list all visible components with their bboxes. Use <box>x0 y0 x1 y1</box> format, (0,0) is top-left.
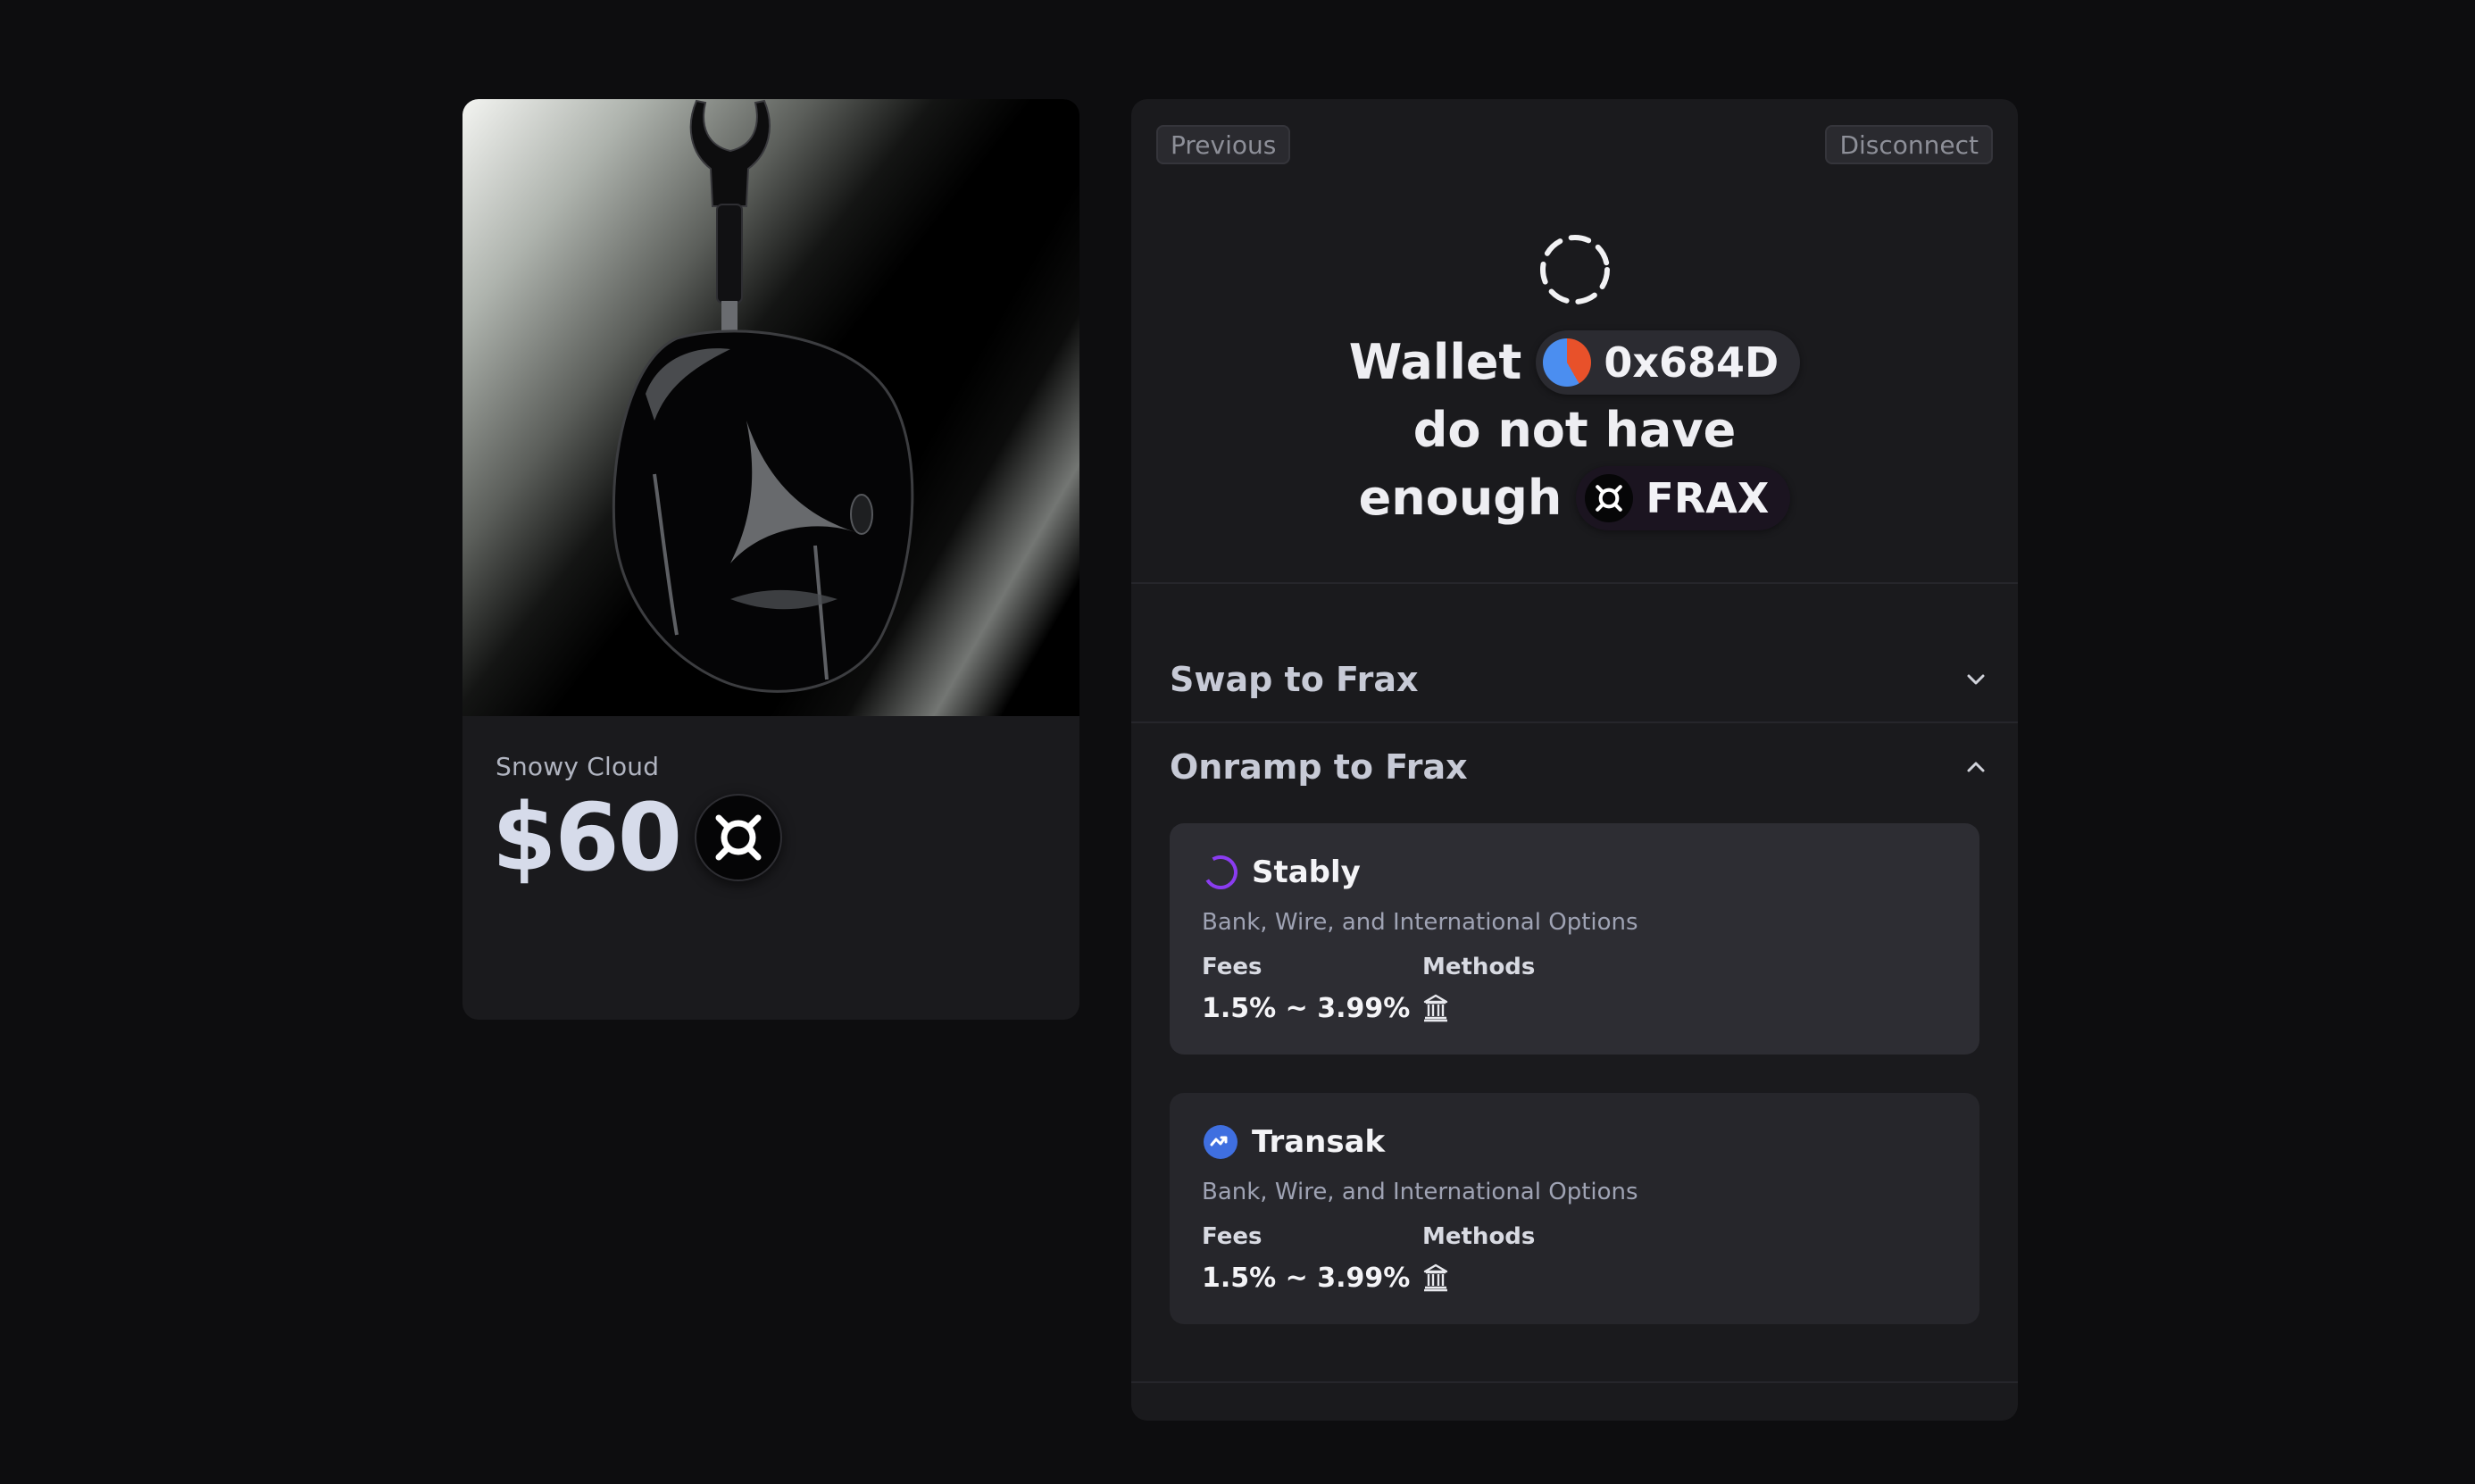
provider-card-stably[interactable]: Stably Bank, Wire, and International Opt… <box>1170 823 1979 1055</box>
methods-label: Methods <box>1422 1223 1536 1250</box>
frax-token-icon <box>1585 474 1634 522</box>
chevron-down-icon <box>1967 674 1985 685</box>
wallet-avatar-icon <box>1543 338 1592 387</box>
fees-value: 1.5% ~ 3.99% <box>1202 993 1411 1024</box>
disconnect-button[interactable]: Disconnect <box>1825 125 1993 164</box>
methods-label: Methods <box>1422 954 1536 980</box>
insufficient-balance-message: Wallet 0x684D do not have enough FRAX <box>1131 329 2018 531</box>
provider-header: Stably <box>1202 854 1361 891</box>
token-chip: FRAX <box>1576 466 1791 530</box>
price-row: $60 <box>492 783 783 892</box>
previous-button[interactable]: Previous <box>1156 125 1291 164</box>
onramp-title: Onramp to Frax <box>1170 747 1468 787</box>
divider <box>1131 582 2018 584</box>
token-symbol: FRAX <box>1646 474 1770 522</box>
wallet-label: Wallet <box>1348 334 1522 390</box>
transak-logo-icon <box>1204 1125 1238 1159</box>
headphone-illustration <box>612 99 914 693</box>
product-name: Snowy Cloud <box>496 752 660 781</box>
checkout-panel: Previous Disconnect Wallet 0x684D do not… <box>1131 99 2018 1421</box>
wallet-address: 0x684D <box>1604 338 1779 387</box>
stably-logo-icon <box>1204 855 1238 889</box>
provider-name: Transak <box>1252 1124 1386 1160</box>
bank-icon <box>1423 1263 1448 1292</box>
onramp-accordion-header[interactable]: Onramp to Frax <box>1170 740 1987 794</box>
divider <box>1131 721 2018 723</box>
swap-accordion-header[interactable]: Swap to Frax <box>1170 653 1987 706</box>
wallet-address-chip[interactable]: 0x684D <box>1536 330 1801 395</box>
message-middle: do not have <box>1412 402 1737 458</box>
message-enough: enough <box>1358 470 1562 526</box>
swap-title: Swap to Frax <box>1170 660 1419 699</box>
frax-token-icon <box>695 794 783 881</box>
product-image <box>462 99 1079 716</box>
spinner-icon <box>1540 235 1610 304</box>
fees-label: Fees <box>1202 1223 1262 1250</box>
bank-icon <box>1423 994 1448 1022</box>
divider <box>1131 1381 2018 1383</box>
provider-description: Bank, Wire, and International Options <box>1202 909 1638 936</box>
product-card: Snowy Cloud $60 <box>462 99 1079 1020</box>
fees-label: Fees <box>1202 954 1262 980</box>
provider-name: Stably <box>1252 855 1361 890</box>
provider-header: Transak <box>1202 1123 1385 1161</box>
fees-value: 1.5% ~ 3.99% <box>1202 1263 1411 1294</box>
provider-card-transak[interactable]: Transak Bank, Wire, and International Op… <box>1170 1093 1979 1324</box>
product-price: $60 <box>492 783 682 892</box>
chevron-up-icon <box>1967 762 1985 772</box>
provider-description: Bank, Wire, and International Options <box>1202 1179 1638 1205</box>
